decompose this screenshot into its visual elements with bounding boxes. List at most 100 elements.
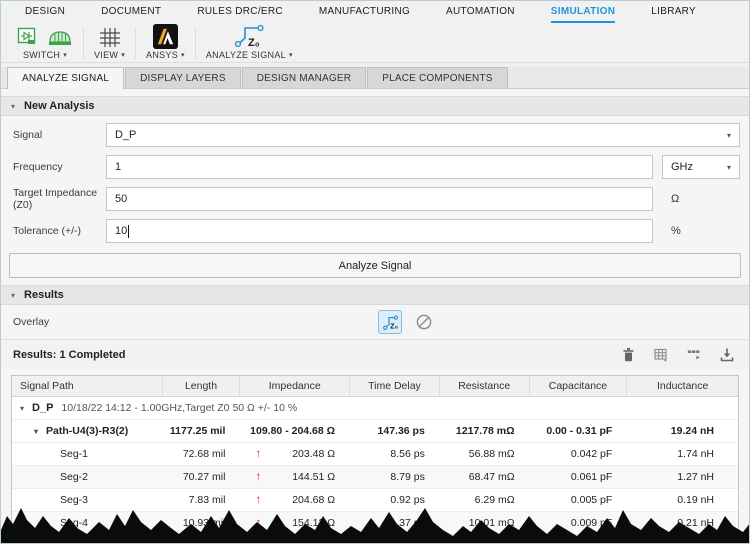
tolerance-label: Tolerance (+/-) xyxy=(13,225,81,237)
ribbon-tab-rules-drc-erc[interactable]: RULES DRC/ERC xyxy=(197,1,283,23)
overlay-none-toggle[interactable] xyxy=(412,310,436,334)
panel-tab-strip: ANALYZE SIGNAL DISPLAY LAYERS DESIGN MAN… xyxy=(1,67,749,89)
column-header-signal-path[interactable]: Signal Path xyxy=(12,376,162,396)
ribbon-tab-bar: DESIGN DOCUMENT RULES DRC/ERC MANUFACTUR… xyxy=(1,1,749,23)
signal-row: Signal D_P ▾ xyxy=(1,122,749,148)
path-length: 1177.25 mil xyxy=(169,425,226,437)
segment-resistance: 68.47 mΩ xyxy=(468,471,515,483)
segment-resistance: 56.88 mΩ xyxy=(468,448,515,460)
chevron-down-icon: ▾ xyxy=(726,130,731,140)
table-row-seg-2[interactable]: Seg-2 70.27 mil ↑ 144.51 Ω 8.79 ps 68.47… xyxy=(12,466,738,489)
simulation-toolbar: SWITCH ▾ VIEW ▾ ANSYS ▾ Z₀ ANALYZE SIGNA… xyxy=(1,23,749,63)
ribbon-tab-automation[interactable]: AUTOMATION xyxy=(446,1,515,23)
expand-triangle-icon[interactable]: ▾ xyxy=(20,404,24,413)
segment-impedance: 144.51 Ω xyxy=(292,471,336,483)
column-header-time-delay[interactable]: Time Delay xyxy=(349,376,439,396)
chevron-down-icon: ▾ xyxy=(63,52,68,59)
tolerance-value: 10 xyxy=(115,225,128,237)
signal-group-meta: 10/18/22 14:12 - 1.00GHz,Target Z0 50 Ω … xyxy=(61,402,298,414)
segment-name: Seg-1 xyxy=(60,448,89,460)
overlay-row: Overlay Z₀ xyxy=(1,305,749,339)
frequency-row: Frequency 1 GHz ▾ xyxy=(1,154,749,180)
segment-impedance: 203.48 Ω xyxy=(292,448,336,460)
table-view-button[interactable] xyxy=(653,347,669,363)
section-title: Results xyxy=(24,289,64,301)
table-row-seg-1[interactable]: Seg-1 72.68 mil ↑ 203.48 Ω 8.56 ps 56.88… xyxy=(12,443,738,466)
z0-overlay-icon: Z₀ xyxy=(382,314,398,330)
segment-time-delay: 8.79 ps xyxy=(390,471,425,483)
switch-label: SWITCH xyxy=(22,50,61,60)
signal-select[interactable]: D_P ▾ xyxy=(106,123,740,147)
chevron-down-icon: ▾ xyxy=(288,52,293,59)
target-impedance-input[interactable]: 50 xyxy=(106,187,653,211)
table-grid-icon xyxy=(654,348,667,362)
path-inductance: 19.24 nH xyxy=(670,425,714,437)
frequency-unit-select[interactable]: GHz ▾ xyxy=(662,155,740,179)
ribbon-tab-library[interactable]: LIBRARY xyxy=(651,1,696,23)
ansys-label: ANSYS xyxy=(146,50,179,60)
svg-text:Z₀: Z₀ xyxy=(390,321,398,330)
expand-triangle-icon[interactable]: ▾ xyxy=(34,427,38,436)
collapse-rows-button[interactable] xyxy=(686,347,702,363)
export-results-button[interactable] xyxy=(719,347,735,363)
segment-inductance: 1.27 nH xyxy=(677,471,714,483)
view-button[interactable]: VIEW ▾ xyxy=(84,23,135,62)
torn-edge xyxy=(1,508,749,543)
overlay-impedance-toggle[interactable]: Z₀ xyxy=(378,310,402,334)
table-row-signal-group[interactable]: ▾ D_P 10/18/22 14:12 - 1.00GHz,Target Z0… xyxy=(12,397,738,420)
segment-capacitance: 0.042 pF xyxy=(570,448,613,460)
schematic-icon xyxy=(17,27,36,44)
analyze-signal-button[interactable]: Analyze Signal xyxy=(9,253,741,278)
results-status: Results: 1 Completed xyxy=(13,348,126,361)
tab-place-components[interactable]: PLACE COMPONENTS xyxy=(367,67,508,88)
path-impedance: 109.80 - 204.68 Ω xyxy=(250,425,336,437)
frequency-unit-value: GHz xyxy=(671,161,693,173)
ansys-button[interactable]: ANSYS ▾ xyxy=(136,23,195,62)
text-cursor xyxy=(128,224,130,238)
switch-button[interactable]: SWITCH ▾ xyxy=(7,23,83,62)
ribbon-tab-manufacturing[interactable]: MANUFACTURING xyxy=(319,1,410,23)
section-title: New Analysis xyxy=(24,100,95,112)
column-header-resistance[interactable]: Resistance xyxy=(438,376,529,396)
frequency-value: 1 xyxy=(115,161,122,173)
collapse-triangle-icon: ▾ xyxy=(11,101,16,111)
segment-time-delay: 8.56 ps xyxy=(390,448,425,460)
segment-name: Seg-2 xyxy=(60,471,89,483)
tolerance-input[interactable]: 10 xyxy=(106,219,653,243)
frequency-input[interactable]: 1 xyxy=(106,155,653,179)
target-impedance-value: 50 xyxy=(115,193,128,205)
prohibition-icon xyxy=(416,314,432,330)
table-row-path[interactable]: ▾ Path-U4(3)-R3(2) 1177.25 mil 109.80 - … xyxy=(12,420,738,443)
signal-group-name: D_P xyxy=(32,402,54,414)
column-header-inductance[interactable]: Inductance xyxy=(626,376,738,396)
path-resistance: 1217.78 mΩ xyxy=(455,425,515,437)
delete-results-button[interactable] xyxy=(621,347,636,363)
ribbon-tab-design[interactable]: DESIGN xyxy=(25,1,65,23)
table-header-row: Signal Path Length Impedance Time Delay … xyxy=(12,376,738,397)
rows-expand-icon xyxy=(687,349,700,359)
tab-analyze-signal[interactable]: ANALYZE SIGNAL xyxy=(7,67,125,89)
column-header-capacitance[interactable]: Capacitance xyxy=(528,376,627,396)
segment-length: 72.68 mil xyxy=(182,448,226,460)
segment-length: 70.27 mil xyxy=(182,471,226,483)
ribbon-tab-document[interactable]: DOCUMENT xyxy=(101,1,161,23)
signal-label: Signal xyxy=(13,129,43,141)
column-header-impedance[interactable]: Impedance xyxy=(239,376,349,396)
ansys-logo-icon xyxy=(152,24,178,49)
column-header-length[interactable]: Length xyxy=(161,376,240,396)
segment-capacitance: 0.061 pF xyxy=(570,471,613,483)
chevron-down-icon: ▾ xyxy=(181,52,185,59)
path-name: Path-U4(3)-R3(2) xyxy=(46,425,129,437)
tolerance-row: Tolerance (+/-) 10 % xyxy=(1,218,749,244)
signal-value: D_P xyxy=(115,129,137,141)
results-section-header[interactable]: ▾ Results xyxy=(1,285,749,305)
analyze-signal-button-ribbon[interactable]: Z₀ ANALYZE SIGNAL ▾ xyxy=(196,23,303,62)
target-impedance-label: Target Impedance (Z0) xyxy=(13,187,98,211)
tab-design-manager[interactable]: DESIGN MANAGER xyxy=(241,67,367,88)
tab-display-layers[interactable]: DISPLAY LAYERS xyxy=(125,67,241,88)
trash-icon xyxy=(623,347,634,361)
new-analysis-section-header[interactable]: ▾ New Analysis xyxy=(1,96,749,116)
ribbon-tab-simulation[interactable]: SIMULATION xyxy=(550,1,616,23)
chevron-down-icon: ▾ xyxy=(726,162,731,172)
view-label: VIEW xyxy=(94,50,119,60)
